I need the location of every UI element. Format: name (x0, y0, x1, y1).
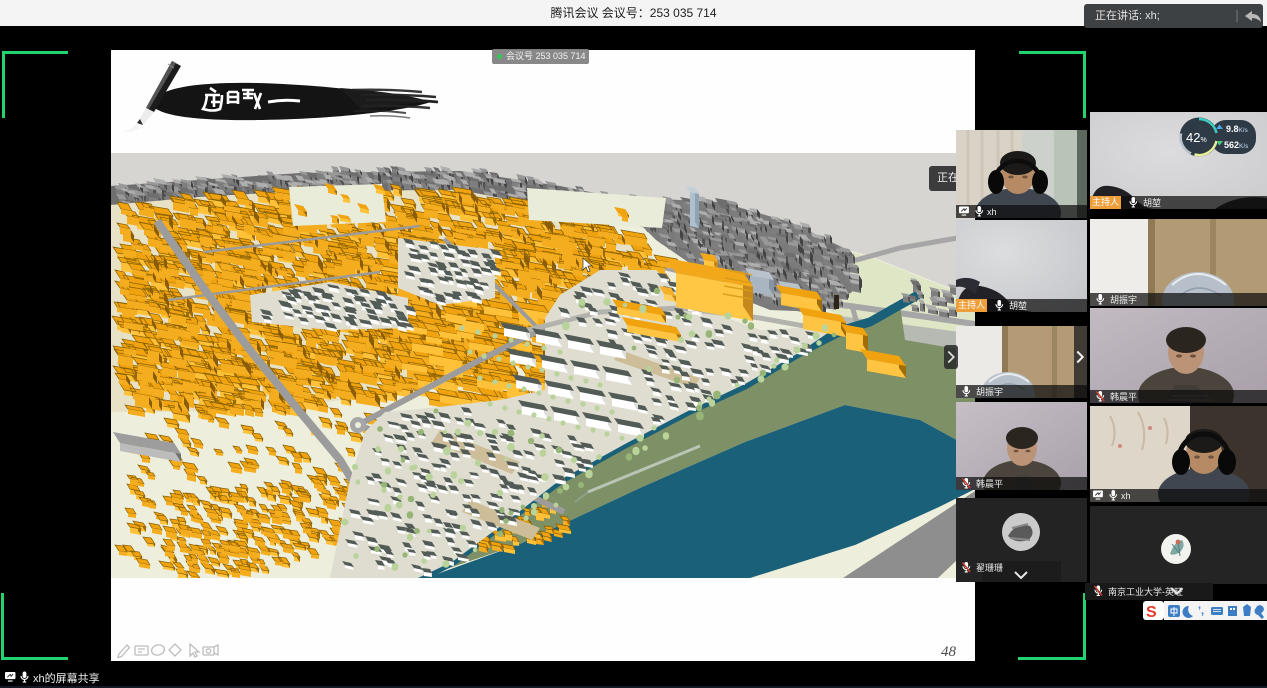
svg-text:胡堃: 胡堃 (1143, 197, 1161, 208)
svg-text:胡振宇: 胡振宇 (976, 386, 1003, 397)
svg-text:南京工业大学-英旺: 南京工业大学-英旺 (1108, 586, 1183, 597)
svg-text:胡堃: 胡堃 (1009, 300, 1027, 311)
svg-text:S: S (1146, 604, 1157, 621)
svg-text:韩晨平: 韩晨平 (1110, 391, 1137, 402)
svg-text:xh的屏幕共享: xh的屏幕共享 (33, 671, 100, 685)
svg-text:胡振宇: 胡振宇 (1110, 294, 1137, 305)
svg-text:xh: xh (1121, 491, 1131, 501)
svg-text:’,: ’, (1198, 605, 1204, 617)
svg-text:xh: xh (987, 207, 997, 217)
svg-text:韩晨平: 韩晨平 (976, 478, 1003, 489)
svg-text:翟珊珊: 翟珊珊 (976, 563, 1003, 573)
